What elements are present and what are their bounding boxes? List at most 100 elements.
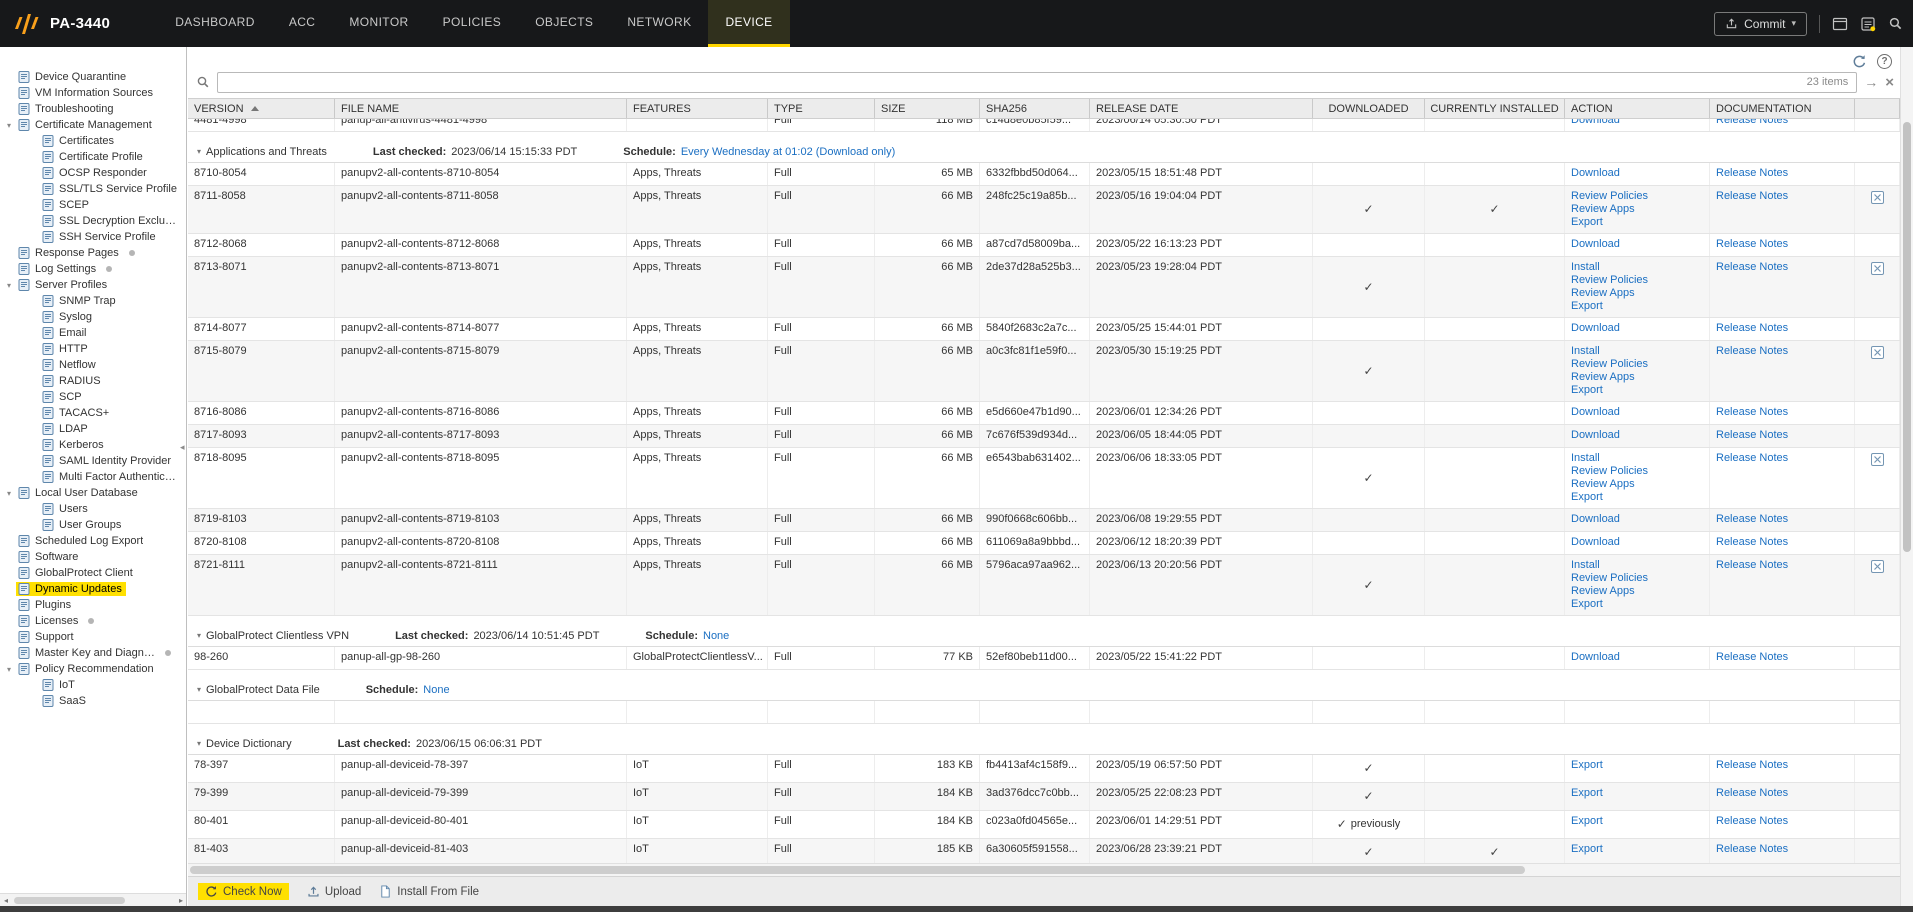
export-link[interactable]: Export [1571,759,1703,772]
release-notes-link[interactable]: Release Notes [1716,787,1788,799]
review-policies-link[interactable]: Review Policies [1571,358,1703,371]
sidebar-item-ssl-decryption-exclusion[interactable]: SSL Decryption Exclusion [0,213,186,229]
sidebar-item-email[interactable]: Email [0,325,186,341]
sidebar-item-scheduled-log-export[interactable]: Scheduled Log Export [0,533,186,549]
help-icon[interactable]: ? [1877,54,1892,69]
chevron-down-icon[interactable]: ▾ [2,121,16,130]
table-row-8711-8058[interactable]: 8711-8058panupv2-all-contents-8711-8058A… [188,186,1900,234]
table-row-79-399[interactable]: 79-399panup-all-deviceid-79-399IoTFull18… [188,783,1900,811]
sidebar-item-snmp-trap[interactable]: SNMP Trap [0,293,186,309]
download-link[interactable]: Download [1571,167,1703,180]
column-header-release-date[interactable]: RELEASE DATE [1090,99,1313,118]
table-row-8717-8093[interactable]: 8717-8093panupv2-all-contents-8717-8093A… [188,425,1900,448]
sidebar-item-user-groups[interactable]: User Groups [0,517,186,533]
check-now-button[interactable]: Check Now [198,883,289,900]
sidebar-item-ssl-tls-service-profile[interactable]: SSL/TLS Service Profile [0,181,186,197]
nav-tab-policies[interactable]: POLICIES [426,0,519,47]
release-notes-link[interactable]: Release Notes [1716,536,1788,548]
release-notes-link[interactable]: Release Notes [1716,322,1788,334]
export-link[interactable]: Export [1571,787,1703,800]
table-row-8715-8079[interactable]: 8715-8079panupv2-all-contents-8715-8079A… [188,341,1900,402]
schedule-link[interactable]: None [703,630,729,642]
nav-tab-monitor[interactable]: MONITOR [332,0,425,47]
table-row-80-401[interactable]: 80-401panup-all-deviceid-80-401IoTFull18… [188,811,1900,839]
search-input[interactable] [226,75,1807,89]
download-link[interactable]: Download [1571,513,1703,526]
sidebar-item-globalprotect-client[interactable]: GlobalProtect Client [0,565,186,581]
table-row-8714-8077[interactable]: 8714-8077panupv2-all-contents-8714-8077A… [188,318,1900,341]
sidebar-item-scep[interactable]: SCEP [0,197,186,213]
revert-content-icon[interactable] [1871,262,1884,275]
export-link[interactable]: Export [1571,843,1703,856]
collapse-section-icon[interactable]: ▾ [192,147,206,156]
scroll-left-icon[interactable]: ◂ [0,896,12,905]
sidebar-item-ldap[interactable]: LDAP [0,421,186,437]
sidebar-item-tacacs[interactable]: TACACS+ [0,405,186,421]
chevron-down-icon[interactable]: ▾ [2,281,16,290]
review-apps-link[interactable]: Review Apps [1571,585,1703,598]
collapse-section-icon[interactable]: ▾ [192,631,206,640]
sidebar-item-certificate-profile[interactable]: Certificate Profile [0,149,186,165]
revert-content-icon[interactable] [1871,191,1884,204]
refresh-icon[interactable] [1852,54,1867,69]
download-link[interactable]: Download [1571,238,1703,251]
sidebar-item-policy-recommendation[interactable]: ▾Policy Recommendation [0,661,186,677]
review-policies-link[interactable]: Review Policies [1571,572,1703,585]
nav-tab-dashboard[interactable]: DASHBOARD [158,0,272,47]
release-notes-link[interactable]: Release Notes [1716,119,1788,126]
release-notes-link[interactable]: Release Notes [1716,843,1788,855]
sidebar-item-response-pages[interactable]: Response Pages [0,245,186,261]
sidebar-item-certificates[interactable]: Certificates [0,133,186,149]
clear-filter-icon[interactable]: × [1885,75,1894,90]
release-notes-link[interactable]: Release Notes [1716,261,1788,273]
table-row-81-403[interactable]: 81-403panup-all-deviceid-81-403IoTFull18… [188,839,1900,863]
apply-filter-icon[interactable]: → [1864,74,1878,90]
vertical-scroll-thumb[interactable] [1903,122,1911,552]
sidebar-item-radius[interactable]: RADIUS [0,373,186,389]
sidebar-item-multi-factor-authentication[interactable]: Multi Factor Authentication [0,469,186,485]
download-link[interactable]: Download [1571,429,1703,442]
table-row-4481-4998[interactable]: 4481-4998panup-all-antivirus-4481-4998Fu… [188,119,1900,132]
review-apps-link[interactable]: Review Apps [1571,203,1703,216]
column-header-currently-installed[interactable]: CURRENTLY INSTALLED [1425,99,1565,118]
sidebar-item-master-key-and-diagnostics[interactable]: Master Key and Diagnostics [0,645,186,661]
column-header-documentation[interactable]: DOCUMENTATION [1710,99,1855,118]
column-header-features[interactable]: FEATURES [627,99,768,118]
review-apps-link[interactable]: Review Apps [1571,287,1703,300]
revert-content-icon[interactable] [1871,453,1884,466]
table-row-78-397[interactable]: 78-397panup-all-deviceid-78-397IoTFull18… [188,755,1900,783]
install-from-file-button[interactable]: Install From File [379,885,479,898]
column-header-file-name[interactable]: FILE NAME [335,99,627,118]
schedule-link[interactable]: None [423,684,449,696]
sidebar-item-dynamic-updates[interactable]: Dynamic Updates [0,581,186,597]
release-notes-link[interactable]: Release Notes [1716,815,1788,827]
review-policies-link[interactable]: Review Policies [1571,190,1703,203]
release-notes-link[interactable]: Release Notes [1716,406,1788,418]
review-apps-link[interactable]: Review Apps [1571,371,1703,384]
release-notes-link[interactable]: Release Notes [1716,559,1788,571]
sidebar-item-syslog[interactable]: Syslog [0,309,186,325]
export-link[interactable]: Export [1571,216,1703,229]
global-find-icon[interactable] [1888,16,1903,31]
sidebar-item-scp[interactable]: SCP [0,389,186,405]
install-link[interactable]: Install [1571,345,1703,358]
review-policies-link[interactable]: Review Policies [1571,465,1703,478]
nav-tab-device[interactable]: DEVICE [708,0,789,47]
column-header-version[interactable]: VERSION [188,99,335,118]
table-row-98-260[interactable]: 98-260panup-all-gp-98-260GlobalProtectCl… [188,647,1900,670]
release-notes-link[interactable]: Release Notes [1716,167,1788,179]
column-header-downloaded[interactable]: DOWNLOADED [1313,99,1425,118]
table-row-8721-8111[interactable]: 8721-8111panupv2-all-contents-8721-8111A… [188,555,1900,616]
sidebar-item-server-profiles[interactable]: ▾Server Profiles [0,277,186,293]
export-link[interactable]: Export [1571,598,1703,611]
release-notes-link[interactable]: Release Notes [1716,429,1788,441]
sidebar-item-kerberos[interactable]: Kerberos [0,437,186,453]
sidebar-item-local-user-database[interactable]: ▾Local User Database [0,485,186,501]
sidebar-item-plugins[interactable]: Plugins [0,597,186,613]
download-link[interactable]: Download [1571,322,1703,335]
sidebar-item-certificate-management[interactable]: ▾Certificate Management [0,117,186,133]
export-link[interactable]: Export [1571,384,1703,397]
sidebar-item-users[interactable]: Users [0,501,186,517]
install-link[interactable]: Install [1571,261,1703,274]
table-row-8712-8068[interactable]: 8712-8068panupv2-all-contents-8712-8068A… [188,234,1900,257]
